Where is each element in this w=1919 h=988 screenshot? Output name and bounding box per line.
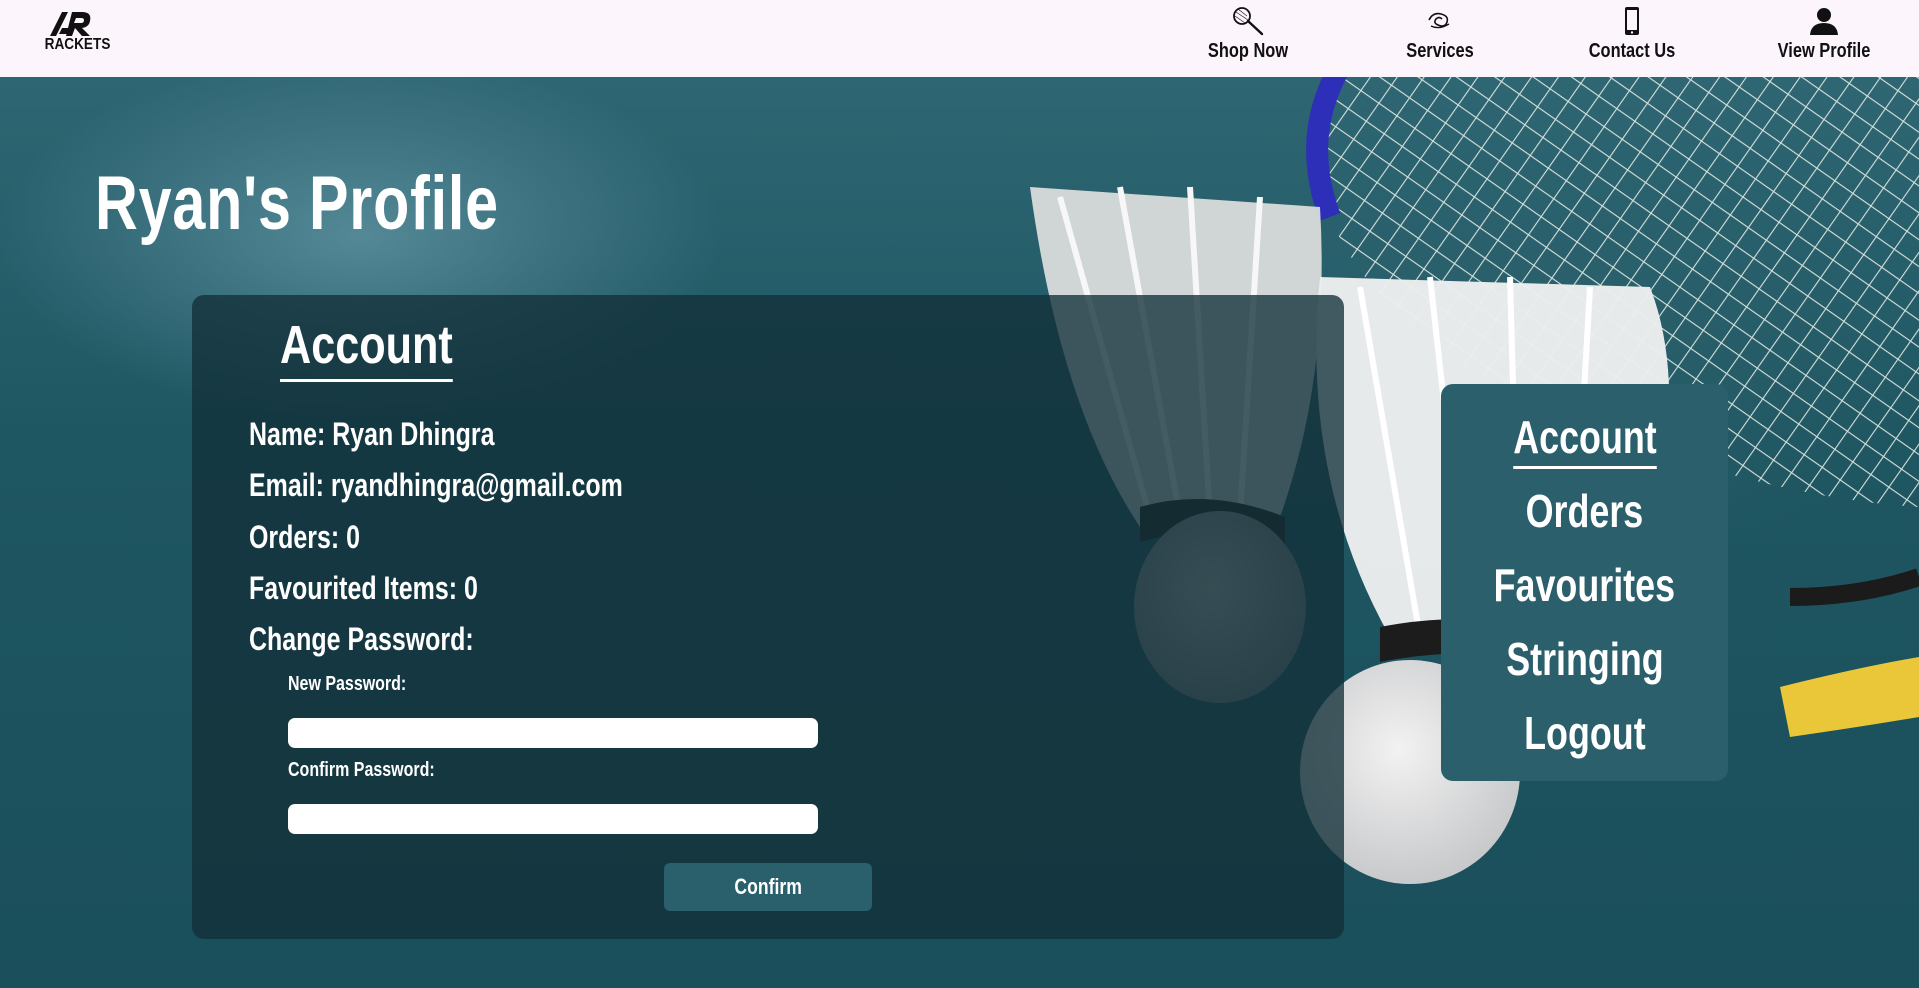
nav-shop-now[interactable]: Shop Now	[1173, 6, 1323, 68]
confirm-button[interactable]: Confirm	[664, 863, 872, 911]
logo-text: RACKETS	[44, 36, 111, 53]
menu-item-label: Account	[1512, 410, 1657, 469]
top-nav-bar: RACKETS Shop Now Services Contact Us Vie…	[0, 0, 1919, 77]
account-favourited-items: Favourited Items: 0	[249, 570, 478, 606]
nav-view-profile[interactable]: View Profile	[1749, 6, 1899, 68]
account-name: Name: Ryan Dhingra	[249, 416, 495, 452]
nav-label: Services	[1406, 40, 1474, 62]
new-password-label: New Password:	[288, 673, 407, 695]
account-email: Email: ryandhingra@gmail.com	[249, 467, 623, 503]
menu-item-stringing[interactable]: Stringing	[1441, 632, 1728, 686]
confirm-password-input[interactable]	[288, 804, 818, 834]
logo-mark-icon	[50, 12, 91, 36]
menu-item-favourites[interactable]: Favourites	[1441, 558, 1728, 612]
nav-label: Contact Us	[1588, 40, 1676, 62]
menu-item-logout[interactable]: Logout	[1441, 706, 1728, 760]
menu-item-label: Orders	[1525, 485, 1644, 537]
brand-logo[interactable]: RACKETS	[40, 8, 111, 68]
services-icon	[1428, 12, 1450, 29]
nav-contact-us[interactable]: Contact Us	[1557, 6, 1707, 68]
phone-icon	[1625, 7, 1639, 35]
nav-services[interactable]: Services	[1365, 6, 1515, 68]
menu-item-account[interactable]: Account	[1441, 410, 1728, 469]
menu-item-orders[interactable]: Orders	[1441, 484, 1728, 538]
profile-side-menu: Account Orders Favourites Stringing Logo…	[1441, 384, 1728, 781]
menu-item-label: Logout	[1523, 707, 1646, 759]
account-panel: Account Name: Ryan Dhingra Email: ryandh…	[192, 295, 1344, 939]
new-password-input[interactable]	[288, 718, 818, 748]
user-icon	[1810, 8, 1838, 35]
racket-icon	[1233, 7, 1264, 36]
nav-label: View Profile	[1777, 40, 1871, 62]
menu-item-label: Favourites	[1493, 559, 1676, 611]
menu-item-label: Stringing	[1505, 633, 1664, 685]
confirm-button-label: Confirm	[734, 874, 802, 899]
confirm-password-label: Confirm Password:	[288, 759, 435, 781]
account-orders: Orders: 0	[249, 519, 360, 555]
change-password-heading: Change Password:	[249, 621, 474, 657]
hero-background: Ryan's Profile Account Name: Ryan Dhingr…	[0, 77, 1919, 988]
page-title: Ryan's Profile	[95, 161, 499, 246]
nav-label: Shop Now	[1207, 40, 1289, 62]
account-heading: Account	[280, 313, 453, 382]
